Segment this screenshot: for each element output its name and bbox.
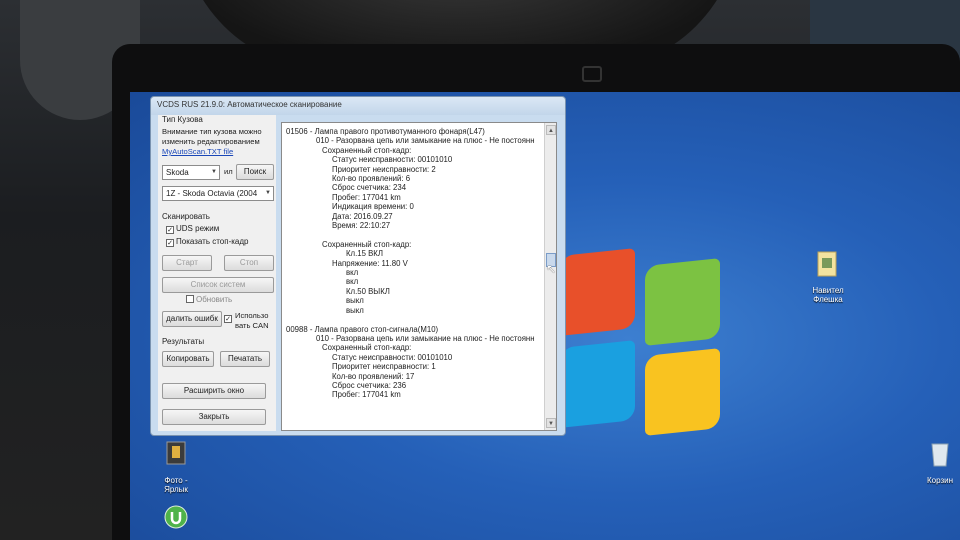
utorrent-icon bbox=[164, 505, 188, 529]
start-button[interactable]: Старт bbox=[162, 255, 212, 271]
report-line: Сброс счетчика: 234 bbox=[332, 183, 407, 193]
uds-mode-checkbox[interactable]: ✓ UDS режим bbox=[166, 224, 219, 234]
report-line: Сохраненный стоп-кадр: bbox=[322, 239, 412, 249]
report-line: Пробег: 177041 km bbox=[332, 192, 401, 202]
mouse-cursor-icon: ↖ bbox=[546, 262, 557, 276]
copy-button[interactable]: Копировать bbox=[162, 351, 214, 367]
scan-report-textarea[interactable]: 01506 - Лампа правого противотуманного ф… bbox=[281, 122, 557, 431]
search-button[interactable]: Поиск bbox=[236, 164, 274, 180]
results-group-label: Результаты bbox=[162, 337, 205, 346]
report-line: Сброс счетчика: 236 bbox=[332, 380, 407, 390]
systems-list-button[interactable]: Список систем bbox=[162, 277, 274, 293]
note-line: изменить редактированием bbox=[162, 137, 260, 146]
show-freeze-frame-label: Показать стоп-кадр bbox=[176, 237, 249, 246]
desktop-icon-utorrent[interactable] bbox=[146, 502, 206, 540]
expand-window-button[interactable]: Расширить окно bbox=[162, 383, 266, 399]
report-line bbox=[286, 230, 542, 239]
refresh-label: Обновить bbox=[196, 295, 233, 304]
make-select-value: Skoda bbox=[166, 168, 189, 177]
report-line: выкл bbox=[346, 305, 364, 315]
uds-mode-label: UDS режим bbox=[176, 224, 220, 233]
report-line: 01506 - Лампа правого противотуманного ф… bbox=[286, 127, 485, 136]
make-select[interactable]: Skoda ▼ bbox=[162, 165, 220, 180]
window-title: VCDS RUS 21.9.0: Автоматическое сканиров… bbox=[151, 97, 565, 115]
windows-logo-icon bbox=[560, 248, 730, 442]
report-line: Индикация времени: 0 bbox=[332, 202, 414, 212]
report-line: Сохраненный стоп-кадр: bbox=[322, 145, 412, 155]
report-line: Дата: 2016.09.27 bbox=[332, 211, 393, 221]
desktop-icon-recycle-bin[interactable]: Корзин bbox=[910, 438, 960, 485]
model-select-value: 1Z - Skoda Octavia (2004 bbox=[166, 189, 258, 198]
scroll-down-arrow-icon[interactable]: ▼ bbox=[546, 418, 556, 428]
report-line: Сохраненный стоп-кадр: bbox=[322, 343, 412, 353]
desktop-icon-label: Фото - bbox=[164, 476, 188, 485]
report-line: Кл.50 ВЫКЛ bbox=[346, 286, 390, 296]
webcam-icon bbox=[582, 66, 602, 82]
body-type-note: Внимание тип кузова можно изменить редак… bbox=[162, 127, 274, 157]
report-line: Кол-во проявлений: 6 bbox=[332, 174, 411, 184]
report-lines: 01506 - Лампа правого противотуманного ф… bbox=[286, 127, 542, 400]
report-line: Кл.15 ВКЛ bbox=[346, 249, 383, 259]
report-line: вкл bbox=[346, 277, 359, 287]
model-select[interactable]: 1Z - Skoda Octavia (2004 ▼ bbox=[162, 186, 274, 201]
use-can-line: Использо bbox=[235, 311, 269, 320]
vcds-autoscan-window: VCDS RUS 21.9.0: Автоматическое сканиров… bbox=[150, 96, 566, 436]
left-control-panel: Тип Кузова Внимание тип кузова можно изм… bbox=[158, 115, 276, 431]
report-line: Пробег: 177041 km bbox=[332, 390, 401, 400]
report-line: 010 - Разорвана цепь или замыкание на пл… bbox=[316, 136, 535, 146]
print-button[interactable]: Печатать bbox=[220, 351, 270, 367]
photo-app-icon bbox=[166, 441, 186, 465]
report-scrollbar[interactable]: ▲ ▼ bbox=[544, 123, 556, 430]
refresh-checkbox[interactable]: Обновить bbox=[186, 295, 232, 304]
report-line: выкл bbox=[346, 296, 364, 306]
close-button[interactable]: Закрыть bbox=[162, 409, 266, 425]
chevron-down-icon: ▼ bbox=[211, 169, 217, 175]
chevron-down-icon: ▼ bbox=[265, 190, 271, 196]
report-line: Приоритет неисправности: 2 bbox=[332, 164, 436, 174]
report-line: Приоритет неисправности: 1 bbox=[332, 362, 436, 372]
report-line: Время: 22:10:27 bbox=[332, 221, 391, 231]
report-line: вкл bbox=[346, 268, 359, 278]
stop-button[interactable]: Стоп bbox=[224, 255, 274, 271]
report-line: Статус неисправности: 00101010 bbox=[332, 155, 453, 165]
or-label: ил bbox=[224, 167, 233, 176]
scan-group-label: Сканировать bbox=[162, 212, 210, 221]
checkbox-unchecked-icon bbox=[186, 295, 194, 303]
desktop-icon-label: Ярлык bbox=[164, 485, 188, 494]
autoscan-file-link[interactable]: MyAutoScan.TXT file bbox=[162, 147, 274, 157]
folder-icon bbox=[817, 251, 837, 277]
checkbox-checked-icon: ✓ bbox=[166, 226, 174, 234]
checkbox-checked-icon: ✓ bbox=[166, 239, 174, 247]
checkbox-checked-icon: ✓ bbox=[224, 315, 232, 323]
body-type-group-label: Тип Кузова bbox=[162, 115, 203, 124]
desktop-icon-label: Корзин bbox=[926, 476, 954, 485]
report-line: 010 - Разорвана цепь или замыкание на пл… bbox=[316, 333, 535, 343]
recycle-bin-icon bbox=[931, 443, 949, 467]
report-line: Напряжение: 11.80 V bbox=[332, 258, 408, 268]
report-line bbox=[286, 315, 542, 324]
report-line: Кол-во проявлений: 17 bbox=[332, 371, 415, 381]
desktop-icon-photo-shortcut[interactable]: Фото - Ярлык bbox=[146, 438, 206, 494]
scroll-up-arrow-icon[interactable]: ▲ bbox=[546, 125, 556, 135]
report-line: 00988 - Лампа правого стоп-сигнала(M10) bbox=[286, 324, 439, 334]
use-can-checkbox[interactable]: ✓ bbox=[224, 313, 234, 323]
desktop-icon-label: Флешка bbox=[813, 295, 843, 304]
desktop-icon-label: Навител bbox=[812, 286, 844, 295]
use-can-label: Использо вать CAN bbox=[235, 311, 269, 331]
use-can-line: вать CAN bbox=[235, 321, 269, 330]
report-line: Статус неисправности: 00101010 bbox=[332, 352, 453, 362]
desktop-icon-navitel[interactable]: Навител Флешка bbox=[798, 248, 858, 304]
show-freeze-frame-checkbox[interactable]: ✓ Показать стоп-кадр bbox=[166, 237, 249, 247]
note-line: Внимание тип кузова можно bbox=[162, 127, 262, 136]
delete-errors-button[interactable]: далить ошибк bbox=[162, 311, 222, 327]
